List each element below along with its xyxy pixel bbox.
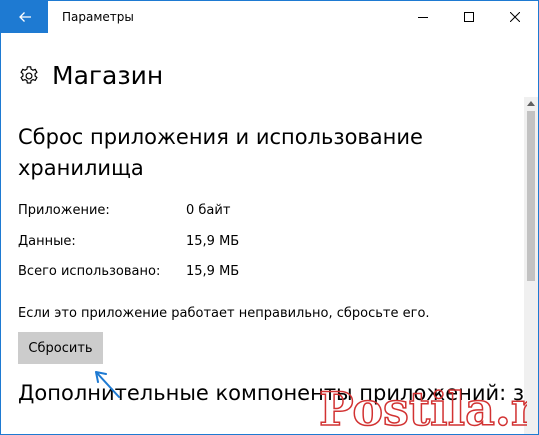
back-arrow-icon: [18, 12, 31, 22]
back-button[interactable]: [1, 1, 48, 33]
close-icon: [510, 12, 520, 22]
minimize-icon: [418, 17, 428, 18]
info-value: 0 байт: [186, 203, 231, 218]
chevron-up-icon: [527, 100, 535, 106]
reset-button[interactable]: Сбросить: [18, 332, 103, 364]
maximize-icon: [464, 12, 474, 22]
minimize-button[interactable]: [400, 1, 446, 33]
info-value: 15,9 МБ: [186, 234, 240, 249]
info-value: 15,9 МБ: [186, 264, 240, 279]
window-title: Параметры: [62, 10, 134, 24]
reset-section-title: Сброс приложения и использование хранили…: [18, 125, 423, 180]
close-button[interactable]: [492, 1, 538, 33]
watermark-logo: Postila.ru: [318, 381, 527, 433]
page-header: Магазин: [18, 59, 163, 93]
info-label: Данные:: [18, 234, 76, 249]
pointer-arrow-icon: [95, 371, 120, 398]
scroll-thumb[interactable]: [527, 111, 535, 281]
gear-icon: [20, 66, 38, 84]
maximize-button[interactable]: [446, 1, 492, 33]
info-label: Всего использовано:: [18, 264, 161, 279]
scroll-up-button[interactable]: [524, 97, 538, 109]
svg-text:Postila.ru: Postila.ru: [319, 382, 527, 433]
info-label: Приложение:: [18, 203, 110, 218]
reset-hint: Если это приложение работает неправильно…: [18, 306, 430, 321]
settings-window: Параметры Магазин Сброс приложения и исп…: [0, 0, 539, 435]
page-title: Магазин: [52, 61, 164, 90]
title-bar: Параметры: [1, 1, 538, 33]
